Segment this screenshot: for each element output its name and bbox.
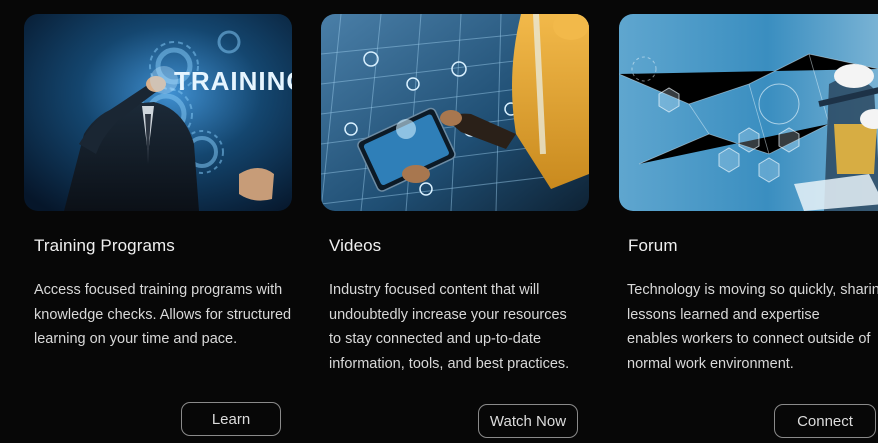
card-forum: Forum Technology is moving so quickly, s… (619, 0, 878, 443)
training-overlay-text: TRAINING (174, 66, 292, 96)
card-description: Technology is moving so quickly, sharing… (627, 282, 878, 372)
training-image: TRAINING (24, 14, 292, 211)
card-title: Videos (329, 236, 382, 255)
learn-button[interactable]: Learn (181, 402, 281, 436)
card-title: Forum (628, 236, 678, 255)
connect-button[interactable]: Connect (774, 404, 876, 438)
watch-now-button[interactable]: Watch Now (478, 404, 578, 438)
resources-section: TRAINING Training Programs Access focuse… (0, 0, 878, 443)
card-description: Industry focused content that will undou… (329, 282, 570, 372)
card-videos: Videos Industry focused content that wil… (321, 0, 589, 443)
card-description: Access focused training programs with kn… (34, 282, 292, 347)
card-title: Training Programs (34, 236, 175, 255)
forum-image (619, 14, 878, 211)
card-training-programs: TRAINING Training Programs Access focuse… (24, 0, 292, 443)
videos-image (321, 14, 589, 211)
